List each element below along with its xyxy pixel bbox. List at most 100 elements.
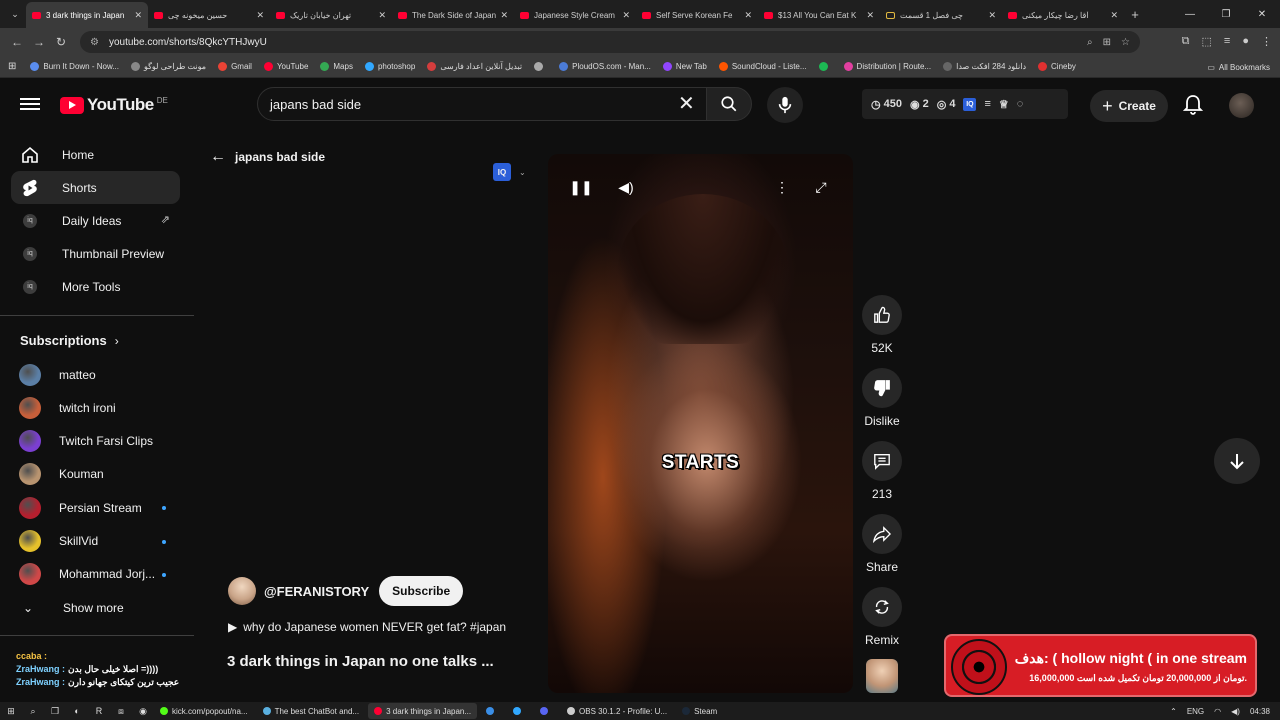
clear-search-icon[interactable]: ✕ <box>678 94 695 114</box>
back-to-search-link[interactable]: ← japans bad side <box>210 148 325 166</box>
channel-name[interactable]: @FERANISTORY <box>264 584 369 599</box>
tab-close-icon[interactable]: ✕ <box>134 10 142 21</box>
search-button[interactable] <box>706 87 752 121</box>
wifi-icon[interactable]: ◠ <box>1214 707 1221 716</box>
bookmark-item[interactable]: SoundCloud - Liste... <box>718 62 807 71</box>
app-icon[interactable]: ⧈ <box>110 706 132 717</box>
close-window-icon[interactable]: ✕ <box>1244 0 1280 28</box>
taskbar-app[interactable]: Steam <box>676 703 723 719</box>
extension-icon[interactable]: ⧉ <box>1182 35 1190 48</box>
extensions-puzzle-icon[interactable]: ⬚ <box>1202 35 1212 48</box>
firefox-icon[interactable]: ◉ <box>132 706 154 717</box>
zoom-icon[interactable]: ⌕ <box>1087 37 1093 48</box>
forward-icon[interactable]: → <box>28 31 50 53</box>
install-icon[interactable]: ⊞ <box>1103 37 1111 48</box>
subscriptions-header[interactable]: Subscriptions › <box>20 333 119 348</box>
sidebar-item-daily-ideas[interactable]: iq Daily Ideas ⇗ <box>11 204 180 237</box>
app-icon[interactable]: R <box>88 706 110 716</box>
show-more-button[interactable]: ⌄ Show more <box>11 591 180 624</box>
list-icon[interactable]: ≡ <box>984 98 990 110</box>
browser-tab[interactable]: 3 dark things in Japan ✕ <box>26 2 148 28</box>
channel-avatar[interactable] <box>228 577 256 605</box>
subscription-item[interactable]: Mohammad Jorj... <box>11 558 180 591</box>
remix-button[interactable]: Remix <box>862 587 902 647</box>
like-button[interactable]: 52K <box>862 295 902 355</box>
more-options-icon[interactable]: ⋮ <box>772 177 792 197</box>
tab-close-icon[interactable]: ✕ <box>744 10 752 21</box>
browser-tab[interactable]: حسین میخونه چی ✕ <box>148 2 270 28</box>
taskbar-app[interactable]: 3 dark things in Japan... <box>368 703 478 719</box>
address-bar[interactable]: ⚙ youtube.com/shorts/8QkcYTHJwyU ⌕ ⊞ ☆ <box>80 31 1140 53</box>
apps-grid-icon[interactable]: ⊞ <box>8 61 16 72</box>
tab-search-icon[interactable]: ⌄ <box>4 4 26 24</box>
browser-tab[interactable]: آقا رضا چیکار میکنی ✕ <box>1002 2 1124 28</box>
tab-close-icon[interactable]: ✕ <box>256 10 264 21</box>
bookmark-item[interactable]: Maps <box>320 62 353 71</box>
browser-tab[interactable]: چی فصل 1 قسمت ✕ <box>880 2 1002 28</box>
fullscreen-icon[interactable]: ⤢ <box>811 177 831 197</box>
browser-tab[interactable]: Self Serve Korean Fe ✕ <box>636 2 758 28</box>
bookmark-item[interactable]: Gmail <box>218 62 252 71</box>
share-button[interactable]: Share <box>862 514 902 574</box>
subscription-item[interactable]: matteo <box>11 358 180 391</box>
menu-icon[interactable] <box>20 95 40 115</box>
shorts-video-player[interactable]: ❚❚ ◀) ⋮ ⤢ STARTS <box>548 154 853 693</box>
search-input[interactable]: japans bad side <box>257 87 707 121</box>
create-button[interactable]: + Create <box>1090 90 1168 122</box>
trophy-icon[interactable]: ♕ <box>999 98 1009 111</box>
reload-icon[interactable]: ↻ <box>50 31 72 53</box>
bookmark-item[interactable] <box>534 62 547 71</box>
minimize-icon[interactable]: — <box>1172 0 1208 28</box>
bookmark-item[interactable]: PloudOS.com - Man... <box>559 62 651 71</box>
bookmark-item[interactable]: Cineby <box>1038 62 1076 71</box>
subscribe-button[interactable]: Subscribe <box>379 576 464 606</box>
tray-chevron-icon[interactable]: ⌃ <box>1170 707 1177 716</box>
maximize-icon[interactable]: ❐ <box>1208 0 1244 28</box>
volume-icon[interactable]: ◀) <box>616 177 636 197</box>
comments-button[interactable]: 213 <box>862 441 902 501</box>
all-bookmarks-button[interactable]: ▭ All Bookmarks <box>1207 56 1270 78</box>
tab-close-icon[interactable]: ✕ <box>622 10 630 21</box>
clock[interactable]: 04:38 <box>1250 707 1270 716</box>
short-title[interactable]: 3 dark things in Japan no one talks ... <box>227 653 494 670</box>
bookmark-item[interactable]: YouTube <box>263 62 308 71</box>
next-short-button[interactable] <box>1214 438 1260 484</box>
vidiq-icon[interactable]: IQ <box>963 97 977 111</box>
browser-tab[interactable]: $13 All You Can Eat K ✕ <box>758 2 880 28</box>
notifications-bell-icon[interactable] <box>1182 94 1204 116</box>
reading-list-icon[interactable]: ≡ <box>1224 35 1230 48</box>
taskbar-app[interactable]: OBS 30.1.2 - Profile: U... <box>561 703 673 719</box>
taskbar-app[interactable] <box>480 703 504 719</box>
tab-close-icon[interactable]: ✕ <box>1110 10 1118 21</box>
description-row[interactable]: ▶ why do Japanese women NEVER get fat? #… <box>228 620 506 634</box>
taskbar-app[interactable] <box>507 703 531 719</box>
volume-icon[interactable]: ◀) <box>1231 707 1240 716</box>
bookmark-item[interactable]: Burn It Down - Now... <box>30 62 119 71</box>
subscription-item[interactable]: twitch ironi <box>11 391 180 424</box>
bookmark-star-icon[interactable]: ☆ <box>1121 37 1130 48</box>
sidebar-item-thumbnail-preview[interactable]: iq Thumbnail Preview <box>11 237 180 270</box>
new-tab-button[interactable]: + <box>1124 7 1146 22</box>
bookmark-item[interactable]: photoshop <box>364 62 415 71</box>
bookmark-item[interactable]: دانلود 284 افکت صدا <box>943 62 1026 71</box>
subscription-item[interactable]: Persian Stream <box>11 491 180 524</box>
vidiq-dropdown[interactable]: IQ ⌄ <box>493 163 526 181</box>
language-indicator[interactable]: ENG <box>1187 707 1204 716</box>
taskbar-app[interactable]: kick.com/popout/na... <box>154 703 254 719</box>
sidebar-item-more-tools[interactable]: iq More Tools <box>11 270 180 303</box>
chat-bubble-icon[interactable]: ◌ <box>1017 98 1024 110</box>
youtube-logo[interactable]: YouTube DE <box>60 95 168 115</box>
dislike-button[interactable]: Dislike <box>862 368 902 428</box>
browser-tab[interactable]: Japanese Style Cream ✕ <box>514 2 636 28</box>
subscription-item[interactable]: SkillVid <box>11 525 180 558</box>
edge-icon[interactable]: ◐ <box>66 706 88 716</box>
tab-close-icon[interactable]: ✕ <box>500 10 508 21</box>
account-avatar[interactable] <box>1229 93 1254 118</box>
sidebar-item-shorts[interactable]: Shorts <box>11 171 180 204</box>
profile-icon[interactable]: ● <box>1242 35 1249 48</box>
bookmark-item[interactable] <box>818 62 832 71</box>
bookmark-item[interactable]: Distribution | Route... <box>843 62 931 71</box>
tab-close-icon[interactable]: ✕ <box>988 10 996 21</box>
taskbar-app[interactable]: The best ChatBot and... <box>257 703 366 719</box>
task-view-icon[interactable]: ❐ <box>44 706 66 717</box>
